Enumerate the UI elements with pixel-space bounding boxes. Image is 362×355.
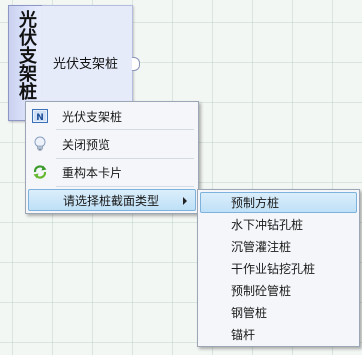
menu-item-node-name[interactable]: N 光伏支架桩 bbox=[28, 105, 196, 127]
menu-item-close-preview[interactable]: 关闭预览 bbox=[28, 133, 196, 155]
submenu-item-steel-pipe-pile[interactable]: 钢管桩 bbox=[200, 302, 357, 323]
menu-item-label: 关闭预览 bbox=[62, 137, 111, 152]
submenu-item-dry-bored-pile[interactable]: 干作业钻挖孔桩 bbox=[200, 258, 357, 279]
menu-item-select-pile-section[interactable]: 请选择桩截面类型 bbox=[28, 189, 196, 211]
submenu-item-anchor-rod[interactable]: 锚杆 bbox=[200, 324, 357, 345]
node-n-icon: N bbox=[28, 105, 52, 127]
menu-item-label: 重构本卡片 bbox=[62, 165, 123, 180]
menu-separator bbox=[56, 158, 194, 159]
menu-item-label: 光伏支架桩 bbox=[62, 109, 123, 124]
context-menu: N 光伏支架桩 关闭预览 重构本卡片 请选择桩截面类型 bbox=[25, 101, 199, 214]
submenu-item-underwater-bored-pile[interactable]: 水下冲钻孔桩 bbox=[200, 214, 357, 235]
refresh-arrows-icon bbox=[28, 161, 52, 183]
svg-text:N: N bbox=[36, 113, 44, 123]
submenu-item-precast-square-pile[interactable]: 预制方桩 bbox=[200, 192, 357, 213]
lightbulb-icon bbox=[28, 133, 52, 155]
node-port-label: 光伏支架桩 bbox=[53, 57, 119, 72]
menu-item-rebuild-card[interactable]: 重构本卡片 bbox=[28, 161, 196, 183]
submenu-item-precast-concrete-pipe-pile[interactable]: 预制砼管桩 bbox=[200, 280, 357, 301]
submenu-item-driven-cast-pile[interactable]: 沉管灌注桩 bbox=[200, 236, 357, 257]
node-title: 光伏支架桩 bbox=[16, 10, 37, 100]
pile-section-submenu: 预制方桩 水下冲钻孔桩 沉管灌注桩 干作业钻挖孔桩 预制砼管桩 钢管桩 锚杆 bbox=[197, 189, 360, 347]
chevron-right-icon bbox=[183, 197, 187, 205]
menu-separator bbox=[56, 186, 194, 187]
menu-item-label: 请选择桩截面类型 bbox=[63, 193, 160, 208]
output-port[interactable] bbox=[132, 57, 140, 71]
menu-separator bbox=[56, 129, 194, 130]
graph-canvas[interactable]: 光伏支架桩 光伏支架桩 N 光伏支架桩 关闭预览 重构本卡片 请选择桩截面类型 … bbox=[0, 0, 362, 355]
